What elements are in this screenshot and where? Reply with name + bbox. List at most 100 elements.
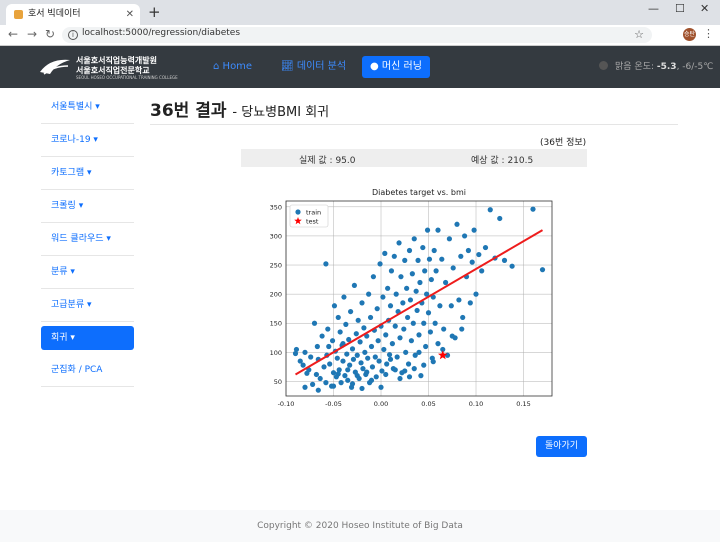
train-point (364, 369, 370, 375)
train-point (335, 371, 341, 377)
train-point (437, 303, 443, 309)
nav-home[interactable]: ⌂ Home (205, 56, 260, 78)
train-point (344, 351, 350, 357)
train-point (314, 343, 320, 350)
divider (150, 124, 678, 125)
nav-data-analysis[interactable]: 📈︎ 데이터 분석 (273, 56, 354, 78)
sidebar-item-advanced-classification[interactable]: 고급분류 ▾ (41, 289, 134, 322)
train-point (354, 373, 360, 379)
train-point (392, 367, 398, 373)
profile-avatar[interactable]: 승탄 (683, 28, 696, 41)
reload-icon[interactable]: ↻ (45, 27, 55, 41)
actual-value: 실제 값 : 95.0 (299, 156, 356, 166)
sidebar-item-classification[interactable]: 분류 ▾ (41, 256, 134, 289)
sidebar-item-crawling[interactable]: 크롤링 ▾ (41, 190, 134, 223)
y-tick-label: 300 (270, 232, 282, 240)
browser-tab[interactable]: 호서 빅데이터 ✕ (6, 4, 140, 25)
train-point (293, 346, 300, 353)
predicted-value: 예상 값 : 210.5 (471, 156, 534, 166)
train-point (302, 384, 308, 390)
train-point (422, 268, 428, 274)
x-tick-label: 0.00 (374, 400, 388, 408)
train-point (416, 332, 422, 338)
sidebar: 서울특별시 ▾ 코로나-19 ▾ 카토그램 ▾ 크롤링 ▾ 워드 클라우드 ▾ … (41, 91, 134, 387)
train-point (368, 343, 375, 350)
url-field[interactable]: i localhost:5000/regression/diabetes ☆ (62, 27, 652, 43)
back-button[interactable]: 돌아가기 (536, 436, 587, 457)
tab-close-icon[interactable]: ✕ (126, 4, 134, 25)
sidebar-item-wordcloud[interactable]: 워드 클라우드 ▾ (41, 223, 134, 256)
train-point (370, 274, 376, 280)
train-point (350, 356, 357, 362)
train-point (382, 250, 388, 256)
train-point (428, 276, 434, 283)
train-point (387, 303, 394, 309)
train-point (467, 300, 473, 306)
train-point (310, 381, 316, 387)
train-point (384, 361, 390, 367)
train-point (326, 343, 332, 350)
train-point (441, 326, 447, 332)
train-point (387, 356, 394, 362)
train-point (358, 360, 364, 366)
legend-train-marker (295, 209, 301, 215)
train-point (423, 343, 429, 350)
train-point (323, 380, 329, 386)
train-point (345, 367, 351, 373)
value-bar: 실제 값 : 95.0 예상 값 : 210.5 (241, 149, 587, 167)
train-point (398, 274, 404, 280)
train-point (380, 294, 386, 300)
back-icon[interactable]: ← (8, 27, 18, 41)
logo[interactable]: 서울호서직업능력개발원 서울호서직업전문학교 SEOUL HOSEO OCCUP… (38, 54, 178, 80)
train-point (459, 326, 465, 332)
train-point (458, 253, 464, 259)
train-point (367, 314, 374, 321)
tab-title: 호서 빅데이터 (28, 9, 81, 19)
train-point (359, 300, 365, 306)
train-point (426, 256, 433, 262)
train-point (319, 333, 325, 339)
new-tab-icon[interactable]: + (148, 3, 161, 21)
sidebar-item-seoul[interactable]: 서울특별시 ▾ (41, 91, 134, 124)
train-point (400, 300, 406, 306)
nav-machine-learning[interactable]: ● 머신 러닝 (362, 56, 430, 78)
train-point (383, 332, 389, 338)
x-tick-label: -0.10 (278, 400, 295, 408)
sidebar-item-cartogram[interactable]: 카토그램 ▾ (41, 157, 134, 190)
close-window-icon[interactable]: ✕ (700, 2, 709, 15)
y-tick-label: 200 (270, 291, 282, 299)
train-point (385, 285, 391, 291)
train-point (509, 263, 515, 269)
train-point (313, 371, 319, 378)
train-point (401, 326, 407, 332)
footer: Copyright © 2020 Hoseo Institute of Big … (0, 510, 720, 542)
sidebar-item-corona[interactable]: 코로나-19 ▾ (41, 124, 134, 157)
train-point (349, 346, 356, 352)
legend-train-label: train (306, 209, 321, 217)
train-point (460, 314, 466, 321)
bookmark-star-icon[interactable]: ☆ (634, 28, 644, 41)
train-point (406, 374, 413, 380)
train-point (432, 320, 438, 326)
train-point (431, 247, 437, 254)
train-point (405, 314, 411, 321)
site-info-icon[interactable]: i (68, 30, 78, 40)
y-tick-label: 150 (270, 320, 282, 328)
sidebar-item-clustering[interactable]: 군집화 / PCA (41, 354, 134, 387)
train-point (311, 320, 318, 326)
train-point (335, 314, 341, 321)
train-point (368, 377, 375, 383)
sidebar-item-regression[interactable]: 회귀 ▾ (41, 326, 134, 350)
nav-home-label: Home (222, 61, 253, 72)
y-tick-label: 250 (270, 262, 282, 270)
favicon-icon (14, 10, 23, 19)
train-point (347, 362, 353, 368)
forward-icon[interactable]: → (27, 27, 37, 41)
minimize-icon[interactable]: — (648, 2, 659, 15)
maximize-icon[interactable]: ☐ (675, 2, 685, 15)
page-subtitle: - 당뇨병BMI 회귀 (232, 105, 330, 120)
train-point (323, 261, 329, 267)
train-point (308, 354, 314, 360)
browser-menu-icon[interactable]: ⋮ (703, 27, 714, 40)
train-point (448, 303, 454, 309)
